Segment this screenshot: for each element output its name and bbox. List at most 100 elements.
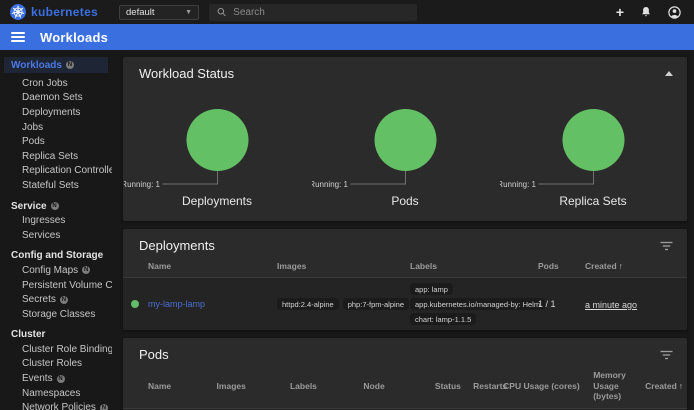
sidebar-item[interactable]: Namespaces N [0, 386, 112, 401]
namespaced-badge-icon: N [100, 404, 108, 410]
sidebar-item[interactable]: Deployments N [0, 105, 112, 120]
sidebar-item-label: Replication Controllers [22, 165, 112, 176]
menu-hamburger-icon[interactable] [11, 32, 25, 42]
chart-title: Deployments [182, 194, 252, 208]
namespaced-badge-icon: N [57, 375, 65, 383]
deployment-name-link[interactable]: my-lamp-lamp [148, 299, 205, 309]
deployment-images: httpd:2.4-alpinephp:7-fpm-alpine [277, 298, 410, 310]
filter-icon[interactable] [660, 241, 673, 251]
sidebar-item[interactable]: Network Policies N [0, 400, 112, 410]
sidebar-item[interactable]: Jobs N [0, 120, 112, 135]
workload-pie-chart: Running: 1 Pods [311, 88, 499, 208]
sidebar-item[interactable]: Cluster Role Bindings N [0, 342, 112, 357]
sidebar-item[interactable]: Secrets N [0, 292, 112, 307]
column-labels: Labels [410, 261, 538, 271]
svg-text:Running: 1: Running: 1 [500, 180, 537, 189]
pie-chart-graphic: Running: 1 [312, 88, 499, 192]
sidebar-item-label: Daemon Sets [22, 92, 83, 103]
deployment-row[interactable]: my-lamp-lamp httpd:2.4-alpinephp:7-fpm-a… [123, 278, 687, 330]
filter-icon[interactable] [660, 350, 673, 360]
chart-title: Pods [391, 194, 418, 208]
sort-ascending-icon: ↑ [619, 261, 623, 271]
sidebar-item[interactable]: Replica Sets N [0, 149, 112, 164]
sidebar-item[interactable]: Services N [0, 228, 112, 243]
sidebar-item-label: Secrets [22, 294, 56, 305]
sidebar-item-label: Network Policies [22, 402, 96, 410]
sidebar-section-header: Service N [0, 199, 112, 214]
sidebar-item-label: Storage Classes [22, 309, 95, 320]
chart-title: Replica Sets [559, 194, 626, 208]
sidebar-item[interactable]: Ingresses N [0, 213, 112, 228]
top-bar: kubernetes default ▼ + [0, 0, 694, 24]
deployments-table-header: Name Images Labels Pods Created↑ [123, 257, 687, 277]
sidebar-item-label: Workloads [11, 60, 62, 71]
column-images: Images [217, 381, 290, 391]
column-cpu-usage: CPU Usage (cores) [503, 381, 593, 391]
sidebar-item-label: Cluster Roles [22, 358, 82, 369]
image-chip: httpd:2.4-alpine [277, 298, 339, 310]
deployment-created: a minute ago [585, 300, 637, 310]
sidebar-item[interactable]: Storage Classes N [0, 307, 112, 322]
create-resource-button[interactable]: + [616, 5, 624, 19]
main-content: Workload Status Running: 1 Deployments [112, 50, 694, 410]
sidebar-item-label: Events [22, 373, 53, 384]
sidebar-item-label: Pods [22, 136, 45, 147]
sidebar-item[interactable]: Events N [0, 371, 112, 386]
workload-pie-chart: Running: 1 Deployments [123, 88, 311, 208]
deployment-labels: app: lampapp.kubernetes.io/managed-by: H… [410, 283, 538, 325]
sidebar-item-label: Deployments [22, 107, 80, 118]
sidebar-item[interactable]: Cluster Roles N [0, 357, 112, 372]
sort-ascending-icon: ↑ [679, 381, 683, 391]
sidebar-item-label: Ingresses [22, 215, 65, 226]
topbar-actions: + [616, 5, 684, 19]
collapse-card-icon[interactable] [665, 71, 673, 76]
search-icon [217, 7, 226, 17]
sidebar-item-label: Cron Jobs [22, 78, 68, 89]
search-input[interactable] [233, 7, 409, 18]
column-labels: Labels [290, 381, 363, 391]
search-bar[interactable] [209, 4, 417, 21]
status-ok-dot [131, 300, 139, 308]
sidebar-item[interactable]: Pods N [0, 134, 112, 149]
pie-chart-graphic: Running: 1 [124, 88, 311, 192]
sidebar-item-label: Config Maps [22, 265, 78, 276]
sidebar-item[interactable]: Workloads N [4, 57, 108, 73]
label-chip: chart: lamp-1.1.5 [410, 313, 476, 325]
sidebar-item-label: Services [22, 230, 60, 241]
sidebar-item[interactable]: Config Maps N [0, 263, 112, 278]
sidebar-item-label: Namespaces [22, 388, 80, 399]
column-images: Images [277, 261, 410, 271]
user-profile-icon[interactable] [668, 6, 681, 19]
sidebar-item-label: Cluster [11, 329, 45, 340]
sidebar-item[interactable]: Stateful Sets N [0, 178, 112, 193]
chevron-down-icon: ▼ [185, 9, 192, 16]
namespace-selector[interactable]: default ▼ [119, 5, 199, 20]
pods-title: Pods [139, 347, 169, 362]
label-chip: app.kubernetes.io/managed-by: Helm [410, 298, 545, 310]
pods-table-header: Name Images Labels Node Status Restarts … [123, 366, 687, 408]
sidebar-nav: Workloads N Cron Jobs N Daemon Sets N De… [0, 50, 112, 410]
kubernetes-logo[interactable]: kubernetes [10, 4, 114, 20]
sidebar-item-label: Persistent Volume Claims [22, 280, 112, 291]
sidebar-item[interactable]: Replication Controllers N [0, 164, 112, 179]
deployments-table-body: my-lamp-lamp httpd:2.4-alpinephp:7-fpm-a… [123, 277, 687, 330]
sidebar-item-label: Cluster Role Bindings [22, 344, 112, 355]
sidebar-item[interactable]: Daemon Sets N [0, 91, 112, 106]
sidebar-item-label: Config and Storage [11, 250, 103, 261]
column-created-sort[interactable]: Created↑ [585, 261, 687, 271]
notifications-bell-icon[interactable] [640, 6, 652, 18]
deployment-pods-count: 1 / 1 [538, 299, 585, 309]
sidebar-item[interactable]: Persistent Volume Claims N [0, 278, 112, 293]
namespaced-badge-icon: N [66, 61, 74, 69]
column-created-sort[interactable]: Created↑ [645, 381, 687, 391]
sidebar-section-header: Cluster N [0, 328, 112, 343]
column-status: Status [435, 381, 473, 391]
sidebar-item-label: Service [11, 201, 47, 212]
deployments-title: Deployments [139, 238, 215, 253]
workload-status-card: Workload Status Running: 1 Deployments [123, 57, 687, 221]
page-title: Workloads [40, 30, 108, 45]
namespaced-badge-icon: N [51, 202, 59, 210]
sidebar-item-label: Replica Sets [22, 151, 78, 162]
sidebar-item[interactable]: Cron Jobs N [0, 76, 112, 91]
deployments-card: Deployments Name Images Labels Pods Crea… [123, 229, 687, 330]
